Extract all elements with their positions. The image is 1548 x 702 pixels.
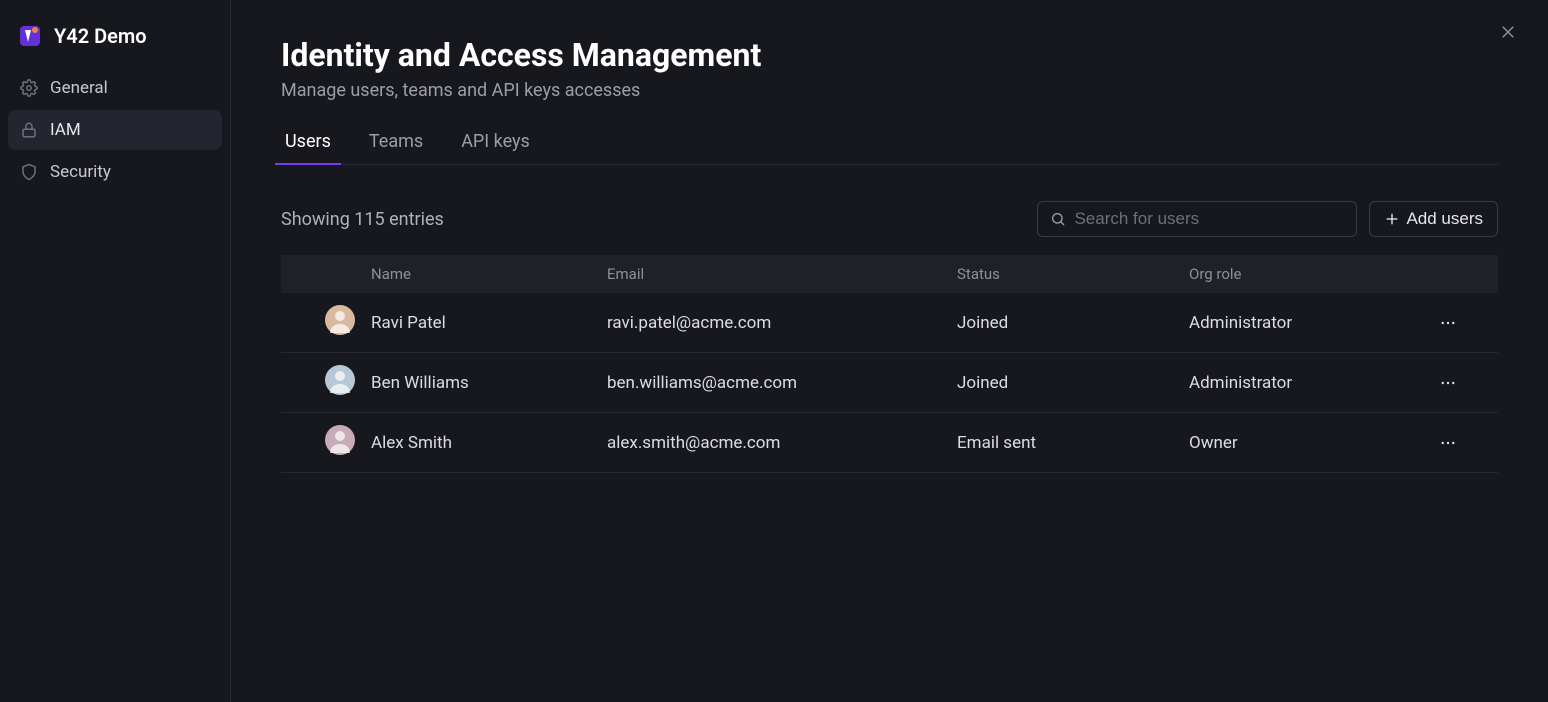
sidebar: Y42 Demo General IAM xyxy=(0,0,231,702)
page-subtitle: Manage users, teams and API keys accesse… xyxy=(281,80,1498,101)
ellipsis-icon xyxy=(1439,314,1457,332)
ellipsis-icon xyxy=(1439,434,1457,452)
col-status: Status xyxy=(957,255,1189,293)
brand-title: Y42 Demo xyxy=(54,24,147,48)
cell-status: Email sent xyxy=(957,413,1189,473)
row-more-button[interactable] xyxy=(1439,353,1498,413)
close-button[interactable] xyxy=(1494,18,1522,46)
sidebar-item-security[interactable]: Security xyxy=(8,152,222,192)
col-name: Name xyxy=(371,255,607,293)
brand: Y42 Demo xyxy=(8,18,222,68)
gear-icon xyxy=(20,79,38,97)
cell-email: ben.williams@acme.com xyxy=(607,353,957,413)
tab-teams[interactable]: Teams xyxy=(365,125,427,164)
row-more-button[interactable] xyxy=(1439,293,1498,353)
sidebar-item-label: IAM xyxy=(50,120,81,140)
cell-name: Ravi Patel xyxy=(371,293,607,353)
table-head: Name Email Status Org role xyxy=(281,255,1498,293)
logo-icon xyxy=(18,24,42,48)
toolbar-right: Add users xyxy=(1037,201,1498,237)
table-row: Ravi Patelravi.patel@acme.comJoinedAdmin… xyxy=(281,293,1498,353)
col-role: Org role xyxy=(1189,255,1439,293)
cell-name: Ben Williams xyxy=(371,353,607,413)
table-row: Ben Williamsben.williams@acme.comJoinedA… xyxy=(281,353,1498,413)
tab-users[interactable]: Users xyxy=(281,125,335,164)
col-email: Email xyxy=(607,255,957,293)
col-avatar xyxy=(281,255,371,293)
sidebar-nav: General IAM Security xyxy=(8,68,222,192)
lock-icon xyxy=(20,121,38,139)
search-icon xyxy=(1050,211,1066,227)
col-actions xyxy=(1439,255,1498,293)
avatar xyxy=(325,365,355,395)
search-box[interactable] xyxy=(1037,201,1357,237)
add-users-button[interactable]: Add users xyxy=(1369,201,1498,237)
entries-count: Showing 115 entries xyxy=(281,209,444,230)
sidebar-item-iam[interactable]: IAM xyxy=(8,110,222,150)
shield-icon xyxy=(20,163,38,181)
add-users-label: Add users xyxy=(1406,209,1483,229)
plus-icon xyxy=(1384,211,1400,227)
row-more-button[interactable] xyxy=(1439,413,1498,473)
cell-role: Owner xyxy=(1189,413,1439,473)
sidebar-item-general[interactable]: General xyxy=(8,68,222,108)
cell-name: Alex Smith xyxy=(371,413,607,473)
cell-email: ravi.patel@acme.com xyxy=(607,293,957,353)
sidebar-item-label: General xyxy=(50,78,108,98)
users-table: Name Email Status Org role Ravi Patelrav… xyxy=(281,255,1498,473)
cell-status: Joined xyxy=(957,353,1189,413)
toolbar: Showing 115 entries Add u xyxy=(281,201,1498,237)
cell-email: alex.smith@acme.com xyxy=(607,413,957,473)
page-title: Identity and Access Management xyxy=(281,36,1498,74)
cell-status: Joined xyxy=(957,293,1189,353)
table-row: Alex Smithalex.smith@acme.comEmail sentO… xyxy=(281,413,1498,473)
main-panel: Identity and Access Management Manage us… xyxy=(231,0,1548,702)
search-input[interactable] xyxy=(1074,209,1344,229)
cell-role: Administrator xyxy=(1189,353,1439,413)
ellipsis-icon xyxy=(1439,374,1457,392)
avatar xyxy=(325,425,355,455)
avatar xyxy=(325,305,355,335)
sidebar-item-label: Security xyxy=(50,162,111,182)
tabs: Users Teams API keys xyxy=(281,125,1498,165)
cell-role: Administrator xyxy=(1189,293,1439,353)
tab-apikeys[interactable]: API keys xyxy=(457,125,534,164)
